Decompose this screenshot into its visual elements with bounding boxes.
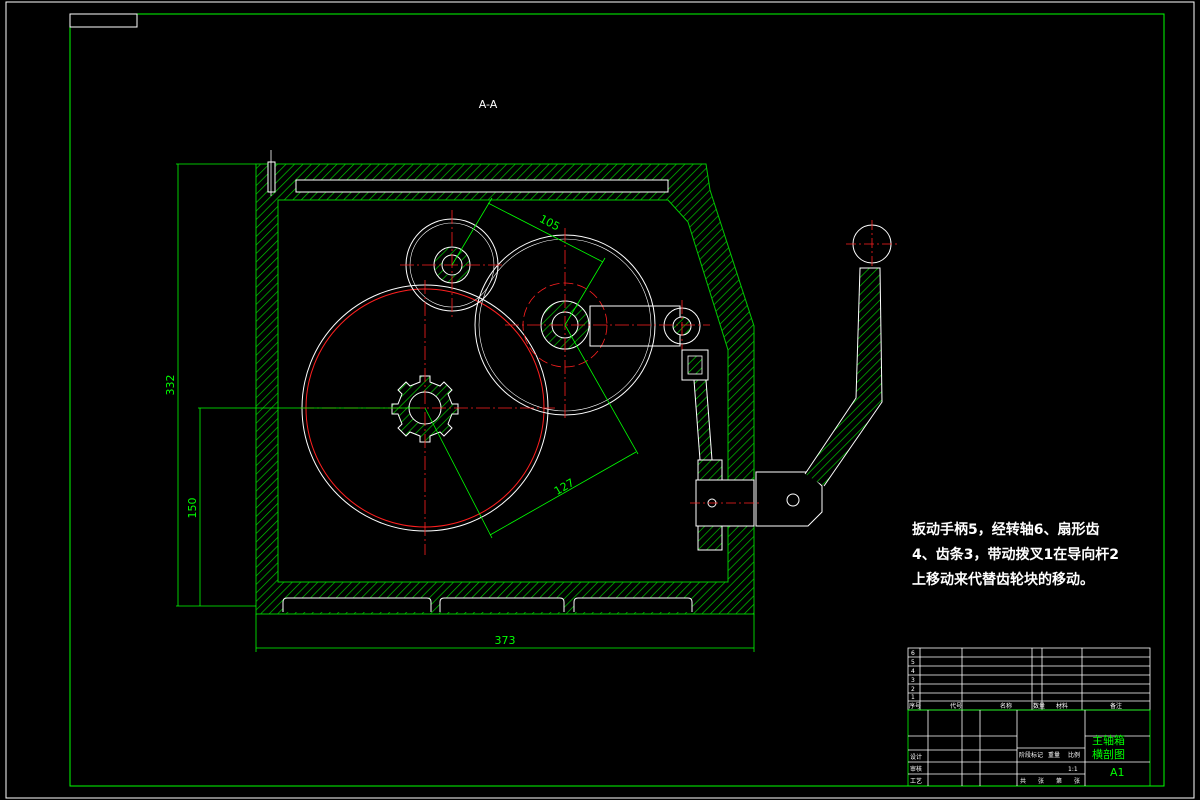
scale-stage: 阶段标记 xyxy=(1019,751,1043,759)
dim-overall-width: 373 xyxy=(495,634,516,647)
dim-overall-height: 332 xyxy=(164,375,177,396)
dim-lower-height: 150 xyxy=(186,498,199,519)
parts-row-2: 2 xyxy=(911,686,915,693)
handle-lever xyxy=(804,267,883,487)
top-bolt xyxy=(267,161,276,193)
header-code: 代号 xyxy=(950,702,962,710)
operation-note: 扳动手柄5，经转轴6、扇形齿4、齿条3，带动拨叉1在导向杆2上移动来代替齿轮块的… xyxy=(912,522,1119,588)
sheet-no-unit: 张 xyxy=(1074,777,1080,785)
gearbox-housing xyxy=(255,150,755,615)
rack xyxy=(693,379,713,461)
control-handle xyxy=(755,220,898,527)
scale-weight: 重量 xyxy=(1048,751,1060,759)
header-name: 名称 xyxy=(1000,702,1012,710)
shift-arm xyxy=(589,305,681,347)
housing-wall-hatch xyxy=(255,163,755,615)
sign-process: 工艺 xyxy=(910,777,922,785)
sheet-size: A1 xyxy=(1110,766,1125,779)
gears xyxy=(301,218,701,532)
header-remark: 备注 xyxy=(1110,702,1122,710)
handle-boss xyxy=(755,471,823,527)
parts-row-1: 1 xyxy=(911,694,915,701)
title-block-texts: 6 5 4 3 2 1 序号 代号 名称 数量 材料 备注 设计 审核 工艺 阶… xyxy=(909,650,1122,785)
housing-foot-slot-3 xyxy=(573,597,693,612)
title-block-name: 主轴箱 横剖图 A1 xyxy=(1092,733,1125,779)
housing-foot-slot-1 xyxy=(282,597,432,612)
sign-review: 审核 xyxy=(910,765,922,773)
section-label: A-A xyxy=(479,98,498,111)
header-material: 材料 xyxy=(1056,702,1068,710)
dim-center-lower: 127 xyxy=(552,476,577,498)
sheet-total: 共 xyxy=(1020,777,1026,785)
center-lines xyxy=(300,210,710,555)
parts-row-3: 3 xyxy=(911,677,915,684)
header-qty: 数量 xyxy=(1033,702,1045,710)
drawing-frame xyxy=(5,1,1195,799)
scale-value: 1:1 xyxy=(1068,766,1078,773)
drawing-name-line2: 横剖图 xyxy=(1092,747,1125,761)
header-no: 序号 xyxy=(909,702,921,710)
cad-drawing-canvas: A-A 332 150 373 105 127 6 5 4 3 2 1 序号 代… xyxy=(5,1,1195,799)
sign-design: 设计 xyxy=(910,753,922,761)
housing-top-slot xyxy=(295,179,669,193)
scale-ratio: 比例 xyxy=(1068,751,1080,759)
parts-row-5: 5 xyxy=(911,659,915,666)
sheet-no: 第 xyxy=(1056,777,1062,785)
housing-foot-slot-2 xyxy=(439,597,565,612)
drawing-name-line1: 主轴箱 xyxy=(1092,733,1125,747)
parts-row-4: 4 xyxy=(911,668,915,675)
sheet-total-unit: 张 xyxy=(1038,777,1044,785)
parts-row-6: 6 xyxy=(911,650,915,657)
